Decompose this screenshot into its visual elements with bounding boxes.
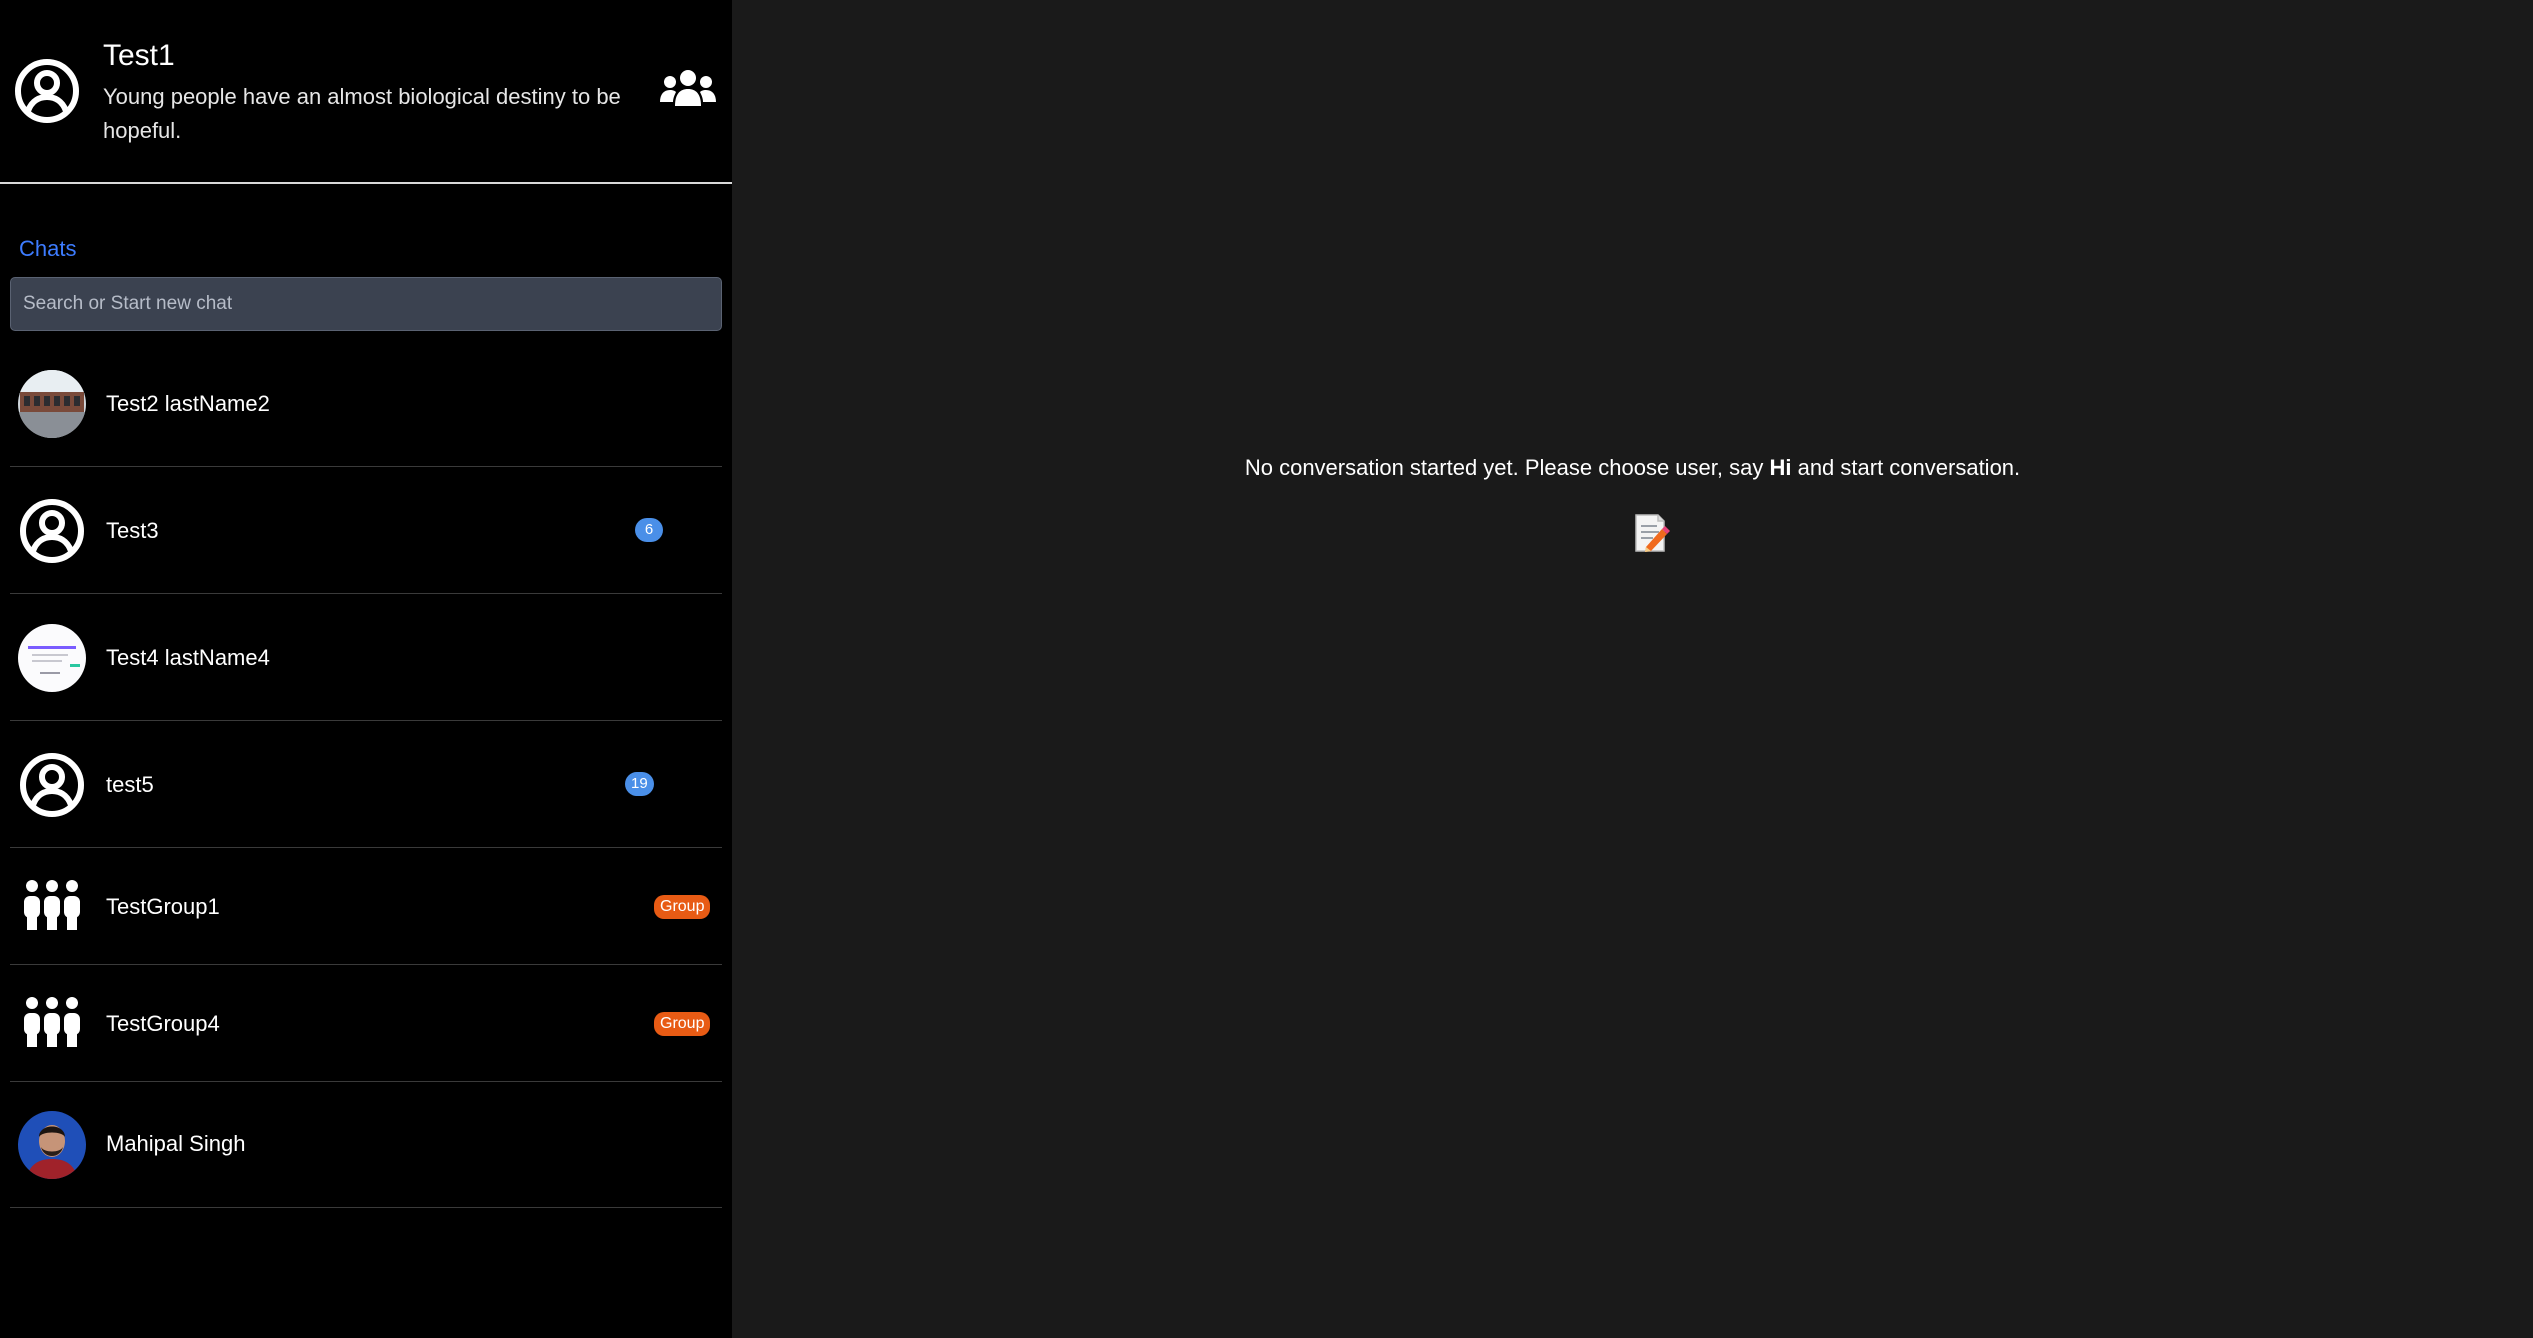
chat-name: TestGroup4	[106, 1011, 220, 1036]
chat-name: Test4 lastName4	[106, 645, 270, 670]
avatar	[18, 370, 86, 438]
user-circle-icon	[20, 499, 84, 563]
chat-item-testgroup4[interactable]: TestGroup4 Group	[10, 965, 722, 1082]
chat-name: test5	[106, 772, 154, 797]
chat-item-testgroup1[interactable]: TestGroup1 Group	[10, 848, 722, 965]
avatar	[18, 1111, 86, 1179]
chat-name: Test2 lastName2	[106, 391, 270, 416]
user-circle-icon	[20, 753, 84, 817]
conversation-pane: No conversation started yet. Please choo…	[732, 0, 2533, 1338]
profile-header: Test1 Young people have an almost biolog…	[0, 0, 732, 184]
chat-item-test5[interactable]: test5 19	[10, 721, 722, 848]
unread-badge: 19	[625, 772, 654, 796]
chat-item-test3[interactable]: Test3 6	[10, 467, 722, 594]
sidebar: Test1 Young people have an almost biolog…	[0, 0, 732, 1338]
user-circle-icon[interactable]	[14, 58, 80, 124]
group-badge: Group	[654, 895, 711, 919]
group-icon	[24, 880, 80, 930]
memo-icon	[1635, 514, 1670, 552]
profile-name: Test1	[103, 39, 175, 72]
chat-item-test4[interactable]: Test4 lastName4	[10, 594, 722, 721]
chat-item-mahipal-singh[interactable]: Mahipal Singh	[10, 1082, 722, 1208]
empty-state-hi: Hi	[1769, 455, 1792, 480]
chats-label: Chats	[19, 236, 77, 261]
group-badge: Group	[654, 1012, 711, 1036]
chat-name: Test3	[106, 518, 159, 543]
chat-name: Mahipal Singh	[106, 1131, 246, 1156]
group-icon	[24, 997, 80, 1047]
chat-item-test2[interactable]: Test2 lastName2	[10, 340, 722, 467]
app: Test1 Young people have an almost biolog…	[0, 0, 2533, 1338]
users-icon[interactable]	[660, 66, 716, 112]
empty-state-text-end: and start conversation.	[1791, 455, 2021, 480]
chat-name: TestGroup1	[106, 894, 220, 919]
empty-state-text: No conversation started yet. Please choo…	[1244, 455, 1770, 480]
chat-list: Test2 lastName2 Test3 6 Test4 lastName4 …	[10, 340, 722, 1208]
unread-badge: 6	[635, 518, 663, 542]
avatar	[18, 624, 86, 692]
empty-state-message: No conversation started yet. Please choo…	[732, 455, 2533, 481]
profile-status: Young people have an almost biological d…	[103, 84, 621, 143]
search-input[interactable]	[10, 277, 722, 331]
